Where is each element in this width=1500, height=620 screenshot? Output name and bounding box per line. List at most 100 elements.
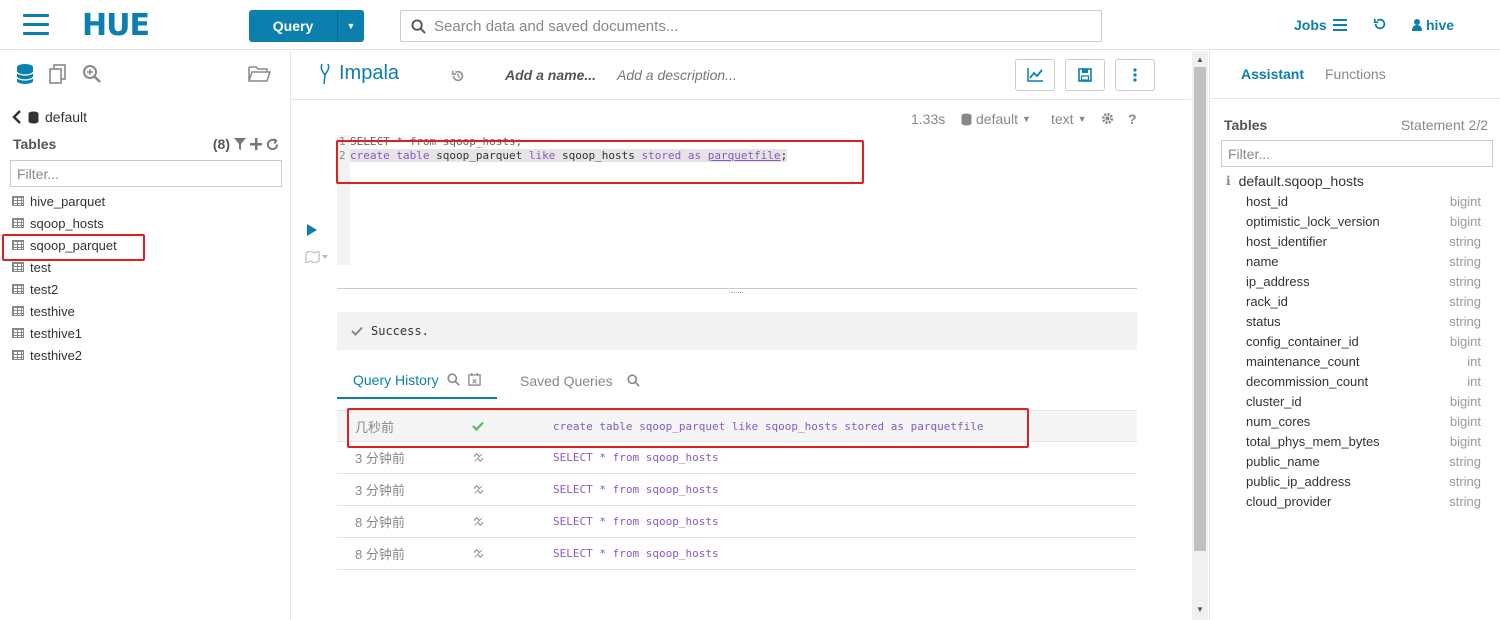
scrollbar-thumb[interactable] <box>1194 67 1206 551</box>
chevron-down-icon: ▼ <box>1077 114 1087 124</box>
query-description-field[interactable]: Add a description... <box>617 67 737 83</box>
table-icon <box>12 284 24 294</box>
column-type: string <box>1449 253 1481 269</box>
plus-icon[interactable] <box>250 138 262 150</box>
user-menu[interactable]: hive <box>1412 17 1454 33</box>
tab-saved-queries[interactable]: Saved Queries <box>504 362 656 399</box>
column-row[interactable]: decommission_count int <box>1246 371 1481 391</box>
back-to-databases[interactable]: default <box>12 109 87 125</box>
hue-logo[interactable]: HUE <box>82 8 150 43</box>
column-row[interactable]: status string <box>1246 311 1481 331</box>
query-button-label[interactable]: Query <box>249 10 338 42</box>
table-item[interactable]: hive_parquet <box>12 190 117 212</box>
database-name: default <box>45 109 88 125</box>
table-item[interactable]: sqoop_hosts <box>12 212 117 234</box>
gear-icon[interactable] <box>1101 112 1114 125</box>
database-icon[interactable] <box>15 63 35 85</box>
chevron-down-icon[interactable]: ▼ <box>338 10 364 42</box>
history-row[interactable]: 8 分钟前 SELECT * from sqoop_hosts <box>337 538 1137 570</box>
column-row[interactable]: rack_id string <box>1246 291 1481 311</box>
assist-source-icons <box>15 63 103 85</box>
more-options-button[interactable] <box>1115 59 1155 91</box>
column-row[interactable]: cluster_id bigint <box>1246 391 1481 411</box>
drag-handle-icon[interactable] <box>731 292 743 294</box>
tab-query-history[interactable]: Query History <box>337 362 497 399</box>
column-row[interactable]: name string <box>1246 251 1481 271</box>
column-type: int <box>1467 353 1481 369</box>
column-row[interactable]: ip_address string <box>1246 271 1481 291</box>
history-query: SELECT * from sqoop_hosts <box>553 547 719 560</box>
column-row[interactable]: maintenance_count int <box>1246 351 1481 371</box>
column-row[interactable]: total_phys_mem_bytes bigint <box>1246 431 1481 451</box>
play-icon[interactable] <box>307 224 317 236</box>
column-row[interactable]: public_name string <box>1246 451 1481 471</box>
column-row[interactable]: config_container_id bigint <box>1246 331 1481 351</box>
history-icon[interactable] <box>1373 17 1387 31</box>
filter-icon[interactable] <box>234 138 246 150</box>
history-icon[interactable] <box>451 69 465 83</box>
refresh-icon[interactable] <box>266 137 279 151</box>
calendar-clear-icon[interactable] <box>467 373 481 386</box>
search-input[interactable] <box>434 17 1074 35</box>
column-name: rack_id <box>1246 293 1288 309</box>
highlight-box <box>2 234 145 261</box>
column-type: bigint <box>1449 333 1481 349</box>
statement-indicator: Statement 2/2 <box>1400 117 1488 133</box>
table-item[interactable]: testhive <box>12 300 117 322</box>
result-resizer[interactable] <box>337 288 1137 289</box>
column-name: config_container_id <box>1246 333 1359 349</box>
column-type: string <box>1449 313 1481 329</box>
global-search[interactable] <box>400 10 1102 42</box>
format-selector[interactable]: text ▼ <box>1051 111 1087 127</box>
info-icon[interactable]: i <box>1226 174 1231 188</box>
assistant-table[interactable]: i default.sqoop_hosts <box>1226 173 1364 189</box>
table-icon <box>12 196 24 206</box>
column-row[interactable]: host_identifier string <box>1246 231 1481 251</box>
query-button[interactable]: Query ▼ <box>249 10 364 42</box>
column-row[interactable]: host_id bigint <box>1246 191 1481 211</box>
query-name-field[interactable]: Add a name... <box>505 67 596 83</box>
table-item[interactable]: test2 <box>12 278 117 300</box>
folder-open-icon[interactable] <box>247 63 271 83</box>
tab-assistant[interactable]: Assistant <box>1241 66 1304 82</box>
search-icon[interactable] <box>446 373 460 386</box>
column-type: string <box>1449 293 1481 309</box>
tab-functions[interactable]: Functions <box>1325 66 1386 82</box>
assistant-filter-input[interactable] <box>1221 140 1493 167</box>
hamburger-menu-icon[interactable] <box>23 14 49 36</box>
left-assist-panel: default Tables (8) hive_parquet sqoop_ho… <box>0 51 291 620</box>
column-row[interactable]: public_ip_address string <box>1246 471 1481 491</box>
right-assist-panel: Assistant Functions Tables Statement 2/2… <box>1209 51 1500 620</box>
expired-link-icon <box>473 484 484 495</box>
table-item[interactable]: testhive2 <box>12 344 117 366</box>
tables-filter-input[interactable] <box>10 160 282 187</box>
column-type: string <box>1449 273 1481 289</box>
column-row[interactable]: optimistic_lock_version bigint <box>1246 211 1481 231</box>
history-row[interactable]: 3 分钟前 SELECT * from sqoop_hosts <box>337 474 1137 506</box>
column-row[interactable]: cloud_provider string <box>1246 491 1481 511</box>
scroll-down-icon[interactable]: ▼ <box>1196 605 1204 614</box>
result-message: Success. <box>337 312 1137 350</box>
jobs-link[interactable]: Jobs <box>1294 17 1347 33</box>
top-bar: HUE Query ▼ Jobs hive <box>0 0 1500 50</box>
help-icon[interactable]: ? <box>1128 111 1137 127</box>
search-icon[interactable] <box>627 374 640 387</box>
map-icon[interactable] <box>305 251 329 263</box>
table-item[interactable]: testhive1 <box>12 322 117 344</box>
checkmark-icon <box>351 326 363 336</box>
save-button[interactable] <box>1065 59 1105 91</box>
user-icon <box>1412 19 1422 31</box>
database-selector[interactable]: default ▼ <box>961 111 1031 127</box>
column-type: bigint <box>1449 413 1481 429</box>
more-vertical-icon <box>1133 68 1137 82</box>
tables-list: hive_parquet sqoop_hosts sqoop_parquet t… <box>12 190 117 366</box>
chart-button[interactable] <box>1015 59 1055 91</box>
table-name: test <box>30 259 51 275</box>
scroll-up-icon[interactable]: ▲ <box>1196 55 1204 64</box>
documents-icon[interactable] <box>47 63 69 85</box>
column-row[interactable]: num_cores bigint <box>1246 411 1481 431</box>
table-name: testhive1 <box>30 325 83 341</box>
list-icon <box>1332 19 1347 31</box>
history-row[interactable]: 8 分钟前 SELECT * from sqoop_hosts <box>337 506 1137 538</box>
search-icon[interactable] <box>81 63 103 85</box>
